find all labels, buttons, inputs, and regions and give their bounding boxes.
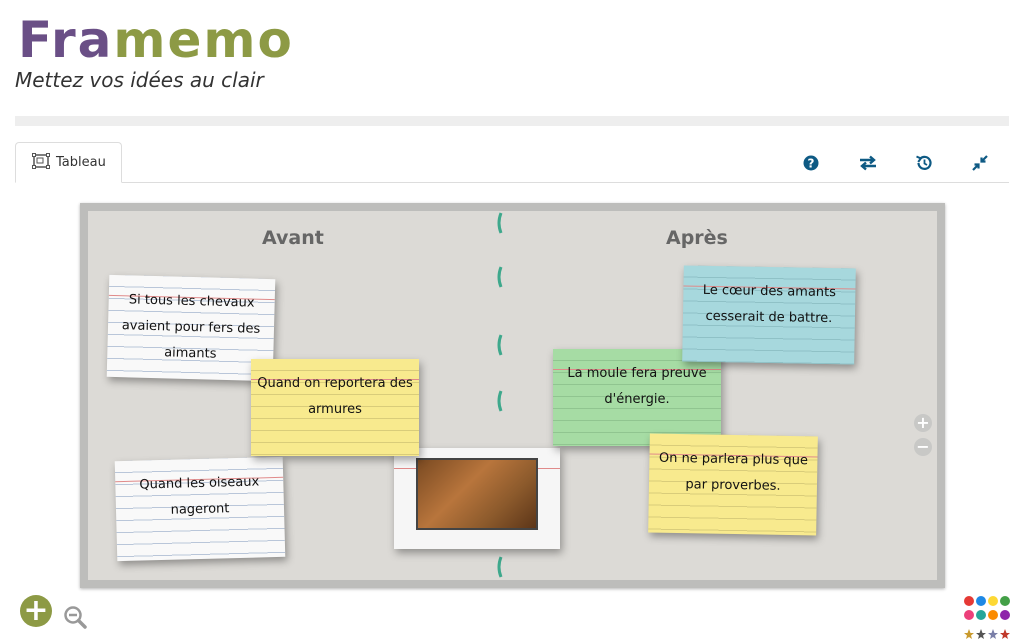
star-icons	[964, 629, 1010, 639]
palette-color-purple[interactable]	[1000, 610, 1010, 620]
board-frame: Avant Après Si tous les chevaux avaient …	[80, 203, 945, 588]
tab-tableau[interactable]: Tableau	[15, 142, 122, 183]
board-zoom-out-button[interactable]: −	[914, 438, 932, 456]
tab-bar-line	[15, 182, 1009, 183]
card-quand-les-oiseaux[interactable]: Quand les oiseaux nageront	[114, 456, 286, 562]
color-palette[interactable]	[964, 596, 1012, 640]
card-quand-on-reportera[interactable]: Quand on reportera des armures	[251, 359, 419, 456]
palette-color-green[interactable]	[1000, 596, 1010, 606]
card-si-tous-les-chevaux[interactable]: Si tous les chevaux avaient pour fers de…	[106, 274, 276, 382]
zoom-out-icon[interactable]	[62, 604, 88, 630]
header-separator	[15, 116, 1009, 126]
add-card-button[interactable]: +	[20, 595, 52, 627]
palette-color-yellow[interactable]	[988, 596, 998, 606]
history-icon[interactable]	[913, 152, 935, 174]
help-icon[interactable]: ?	[800, 152, 822, 174]
card-photo	[416, 458, 538, 530]
card-image[interactable]	[394, 448, 560, 549]
tagline: Mettez vos idées au clair	[15, 68, 264, 92]
board-icon	[32, 152, 50, 173]
column-title-apres: Après	[666, 227, 728, 249]
swap-icon[interactable]	[857, 152, 879, 174]
column-title-avant: Avant	[262, 227, 324, 249]
card-la-moule[interactable]: La moule fera preuve d'énergie.	[553, 349, 721, 446]
palette-color-red[interactable]	[964, 596, 974, 606]
card-le-coeur-des-amants[interactable]: Le cœur des amants cesserait de battre.	[682, 265, 856, 365]
palette-color-orange[interactable]	[988, 610, 998, 620]
board-zoom-in-button[interactable]: +	[914, 414, 932, 432]
board[interactable]: Avant Après Si tous les chevaux avaient …	[88, 211, 937, 580]
palette-color-blue[interactable]	[976, 596, 986, 606]
app-logo: Framemo	[18, 11, 294, 69]
tab-label: Tableau	[56, 155, 106, 170]
card-on-ne-parlera[interactable]: On ne parlera plus que par proverbes.	[648, 433, 818, 536]
collapse-icon[interactable]	[969, 152, 991, 174]
svg-text:?: ?	[808, 157, 815, 171]
palette-color-teal[interactable]	[976, 610, 986, 620]
palette-color-pink[interactable]	[964, 610, 974, 620]
